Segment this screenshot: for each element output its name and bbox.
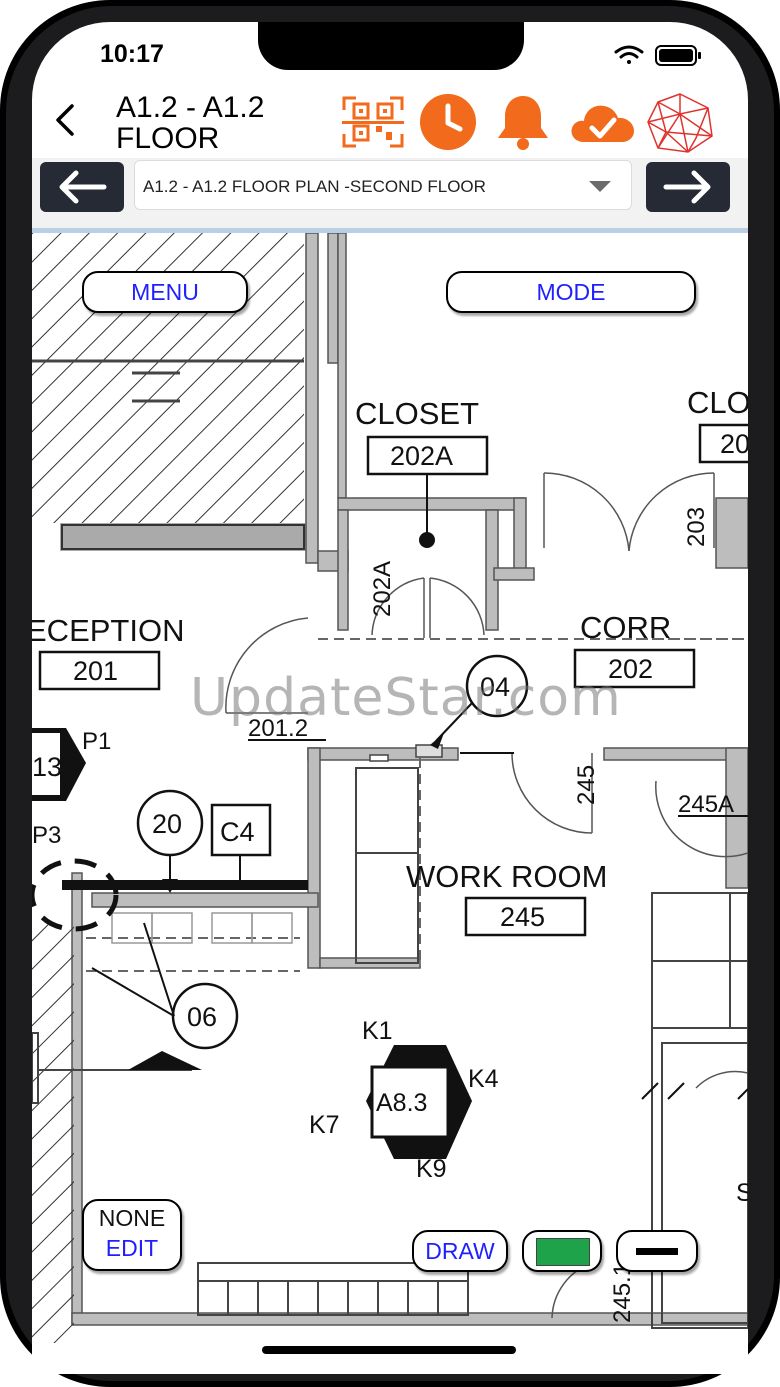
qr-code-icon [342,96,404,148]
watermark: UpdateStar.com [190,668,622,728]
cloud-check-icon [571,105,634,142]
top-app-bar: A1.2 - A1.2 FLOOR [32,86,748,156]
room-label: CLO [687,385,748,420]
previous-plan-button[interactable] [40,162,124,212]
room-label: CLOSET [355,396,479,431]
door-label: 203 [683,507,710,547]
notch [258,22,524,70]
plan-select-value: A1.2 - A1.2 FLOOR PLAN -SECOND FLOOR [143,177,486,196]
green-swatch [536,1238,590,1266]
sync-button[interactable] [568,92,634,152]
home-indicator [262,1346,516,1354]
room-label: ECEPTION [32,613,184,648]
mode-button[interactable]: MODE [446,271,696,313]
status-time: 10:17 [100,40,164,68]
none-label: NONE [98,1205,166,1231]
callout-label: C4 [220,817,255,847]
floor-plan-viewer[interactable]: CLOSET CLO ECEPTION CORR WORK ROOM 202A … [32,233,748,1374]
chevron-left-icon [56,104,74,136]
room-label: WORK ROOM [406,859,608,894]
door-label: 245 [573,765,600,805]
status-icons [612,42,712,75]
notifications-button[interactable] [490,92,556,152]
clock-icon [420,94,476,150]
edit-mode-button[interactable]: NONE EDIT [82,1199,182,1271]
marker-label: 13 [32,752,62,782]
keynote-label: K4 [468,1065,499,1093]
keynote-label: A8.3 [376,1089,427,1117]
plan-select[interactable]: A1.2 - A1.2 FLOOR PLAN -SECOND FLOOR [134,160,632,210]
callout-label: 06 [187,1002,217,1032]
keynote-label: K1 [362,1017,393,1045]
marker-label: P3 [32,822,61,849]
marker-label: P1 [82,728,111,755]
door-label: 245A [678,791,734,818]
model-view-button[interactable] [644,92,716,153]
callout-label: 20 [152,809,182,839]
polyhedron-icon [647,93,713,153]
color-swatch-button[interactable] [522,1230,602,1272]
next-plan-button[interactable] [646,162,730,212]
room-number: 202A [390,441,453,471]
keynote-label: K9 [416,1155,447,1183]
bell-icon [498,96,548,150]
page-title: A1.2 - A1.2 FLOOR [116,92,265,150]
battery-icon [655,45,701,66]
room-number: 201 [73,656,118,686]
room-number: 20 [720,429,748,459]
keynote-label: K7 [309,1111,340,1139]
line-weight-icon [636,1248,678,1255]
room-label: S [736,1179,748,1207]
wifi-icon [614,45,644,64]
plan-navigation-bar: A1.2 - A1.2 FLOOR PLAN -SECOND FLOOR [32,158,748,228]
qr-scan-button[interactable] [340,92,406,152]
back-button[interactable] [50,100,80,140]
room-number: 245 [500,902,545,932]
menu-button[interactable]: MENU [82,271,248,313]
door-label: 202A [369,561,396,617]
draw-button[interactable]: DRAW [412,1230,508,1272]
arrow-right-icon [663,170,711,204]
arrow-left-icon [59,170,107,204]
history-button[interactable] [414,92,480,152]
room-label: CORR [580,610,671,645]
caret-down-icon [589,181,611,192]
edit-label: EDIT [105,1235,159,1261]
line-weight-button[interactable] [616,1230,698,1272]
